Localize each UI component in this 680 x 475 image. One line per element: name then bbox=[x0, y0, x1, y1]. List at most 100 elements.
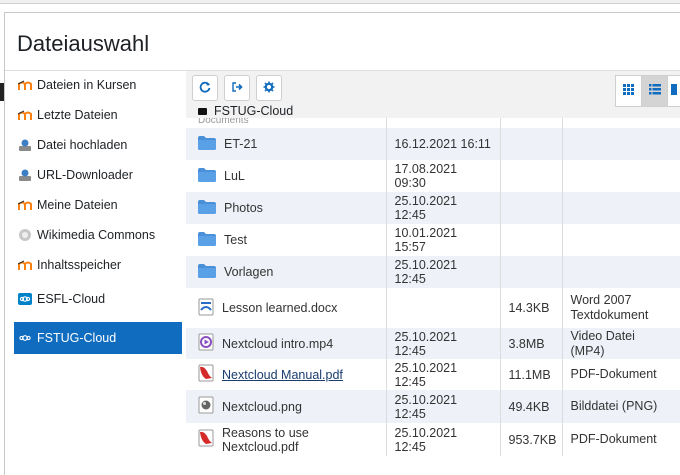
file-date: 25.10.2021 12:45 bbox=[386, 390, 501, 423]
sidebar-item-datei-hochladen[interactable]: Datei hochladen bbox=[14, 130, 182, 160]
file-name-cell: Nextcloud Manual.pdf bbox=[186, 359, 387, 390]
file-name-label: Test bbox=[224, 233, 247, 247]
logout-icon bbox=[231, 81, 243, 96]
wikimedia-icon bbox=[18, 228, 32, 242]
file-size: 11.1MB bbox=[500, 359, 563, 390]
file-name[interactable]: Photos bbox=[198, 199, 378, 217]
pdf-file-icon bbox=[198, 364, 214, 385]
sidebar-item-esfl-cloud[interactable]: ESFL-Cloud bbox=[14, 284, 182, 314]
file-size bbox=[500, 160, 563, 192]
file-name-cell: Vorlagen bbox=[186, 256, 387, 288]
file-date: 17.08.2021 09:30 bbox=[386, 160, 501, 192]
refresh-button[interactable] bbox=[192, 75, 218, 101]
file-toolbar: FSTUG-Cloud bbox=[186, 70, 680, 118]
upload-icon bbox=[18, 138, 32, 152]
logout-button[interactable] bbox=[224, 75, 250, 101]
file-type bbox=[562, 192, 680, 224]
file-name-label: LuL bbox=[224, 169, 245, 183]
file-rows: ET-21 16.12.2021 16:11 LuL 17.08.2021 09:30… bbox=[186, 128, 680, 456]
list-view-button[interactable] bbox=[642, 76, 668, 106]
file-name[interactable]: Test bbox=[198, 231, 378, 249]
table-row[interactable]: Nextcloud intro.mp4 25.10.2021 12:45 3.8MB… bbox=[186, 328, 680, 359]
file-name-cell: LuL bbox=[186, 160, 387, 192]
settings-button[interactable] bbox=[256, 75, 282, 101]
file-name-label: ET-21 bbox=[224, 137, 258, 151]
file-type: Bilddatei (PNG) bbox=[562, 390, 680, 423]
sidebar-item-inhaltsspeicher[interactable]: Inhaltsspeicher bbox=[14, 250, 182, 280]
tree-view-button[interactable] bbox=[668, 76, 680, 106]
file-name-label: Lesson learned.docx bbox=[222, 301, 338, 315]
table-row[interactable]: Nextcloud.png 25.10.2021 12:45 49.4KB Bildd… bbox=[186, 390, 680, 423]
word-document-icon bbox=[198, 298, 214, 319]
refresh-icon bbox=[199, 81, 211, 96]
file-name-label: Photos bbox=[224, 201, 263, 215]
file-name-cell: Lesson learned.docx bbox=[186, 288, 387, 328]
file-date: 25.10.2021 12:45 bbox=[386, 192, 501, 224]
file-name[interactable]: ET-21 bbox=[198, 135, 378, 153]
file-name-label: Nextcloud Manual.pdf bbox=[222, 367, 343, 382]
table-row[interactable]: Test 10.01.2021 15:57 bbox=[186, 224, 680, 256]
table-row[interactable]: Reasons to use Nextcloud.pdf 25.10.2021 1… bbox=[186, 423, 680, 456]
sidebar-item-fstug-cloud[interactable]: FSTUG-Cloud bbox=[14, 322, 182, 354]
folder-icon bbox=[198, 231, 216, 249]
file-name-label: Reasons to use Nextcloud.pdf bbox=[222, 425, 309, 454]
file-browser-panel: FSTUG-Cloud Documents ET-21 16.12.2021 16… bbox=[186, 70, 680, 470]
file-size bbox=[500, 192, 563, 224]
file-name[interactable]: Lesson learned.docx bbox=[198, 298, 378, 319]
gear-icon bbox=[263, 81, 275, 96]
file-date: 16.12.2021 16:11 bbox=[386, 128, 501, 160]
file-type: PDF-Dokument bbox=[562, 423, 680, 456]
file-size bbox=[500, 256, 563, 288]
sidebar-item-url-downloader[interactable]: URL-Downloader bbox=[14, 160, 182, 190]
file-type: PDF-Dokument bbox=[562, 359, 680, 390]
sidebar-item-meine-dateien[interactable]: Meine Dateien bbox=[14, 190, 182, 220]
folder-icon bbox=[198, 263, 216, 281]
sidebar-item-letzte-dateien[interactable]: Letzte Dateien bbox=[14, 100, 182, 130]
moodle-icon bbox=[18, 108, 32, 122]
table-row[interactable]: LuL 17.08.2021 09:30 bbox=[186, 160, 680, 192]
table-row-partial[interactable]: Documents bbox=[186, 118, 680, 128]
sidebar-item-dateien-in-kursen[interactable]: Dateien in Kursen bbox=[14, 70, 182, 100]
table-row[interactable]: Nextcloud Manual.pdf 25.10.2021 12:45 11.1… bbox=[186, 359, 680, 390]
file-name-cell: Test bbox=[186, 224, 387, 256]
file-size: 49.4KB bbox=[500, 390, 563, 423]
file-type bbox=[562, 224, 680, 256]
list-view-icon bbox=[648, 84, 661, 98]
file-name-cell: Photos bbox=[186, 192, 387, 224]
moodle-icon bbox=[18, 258, 32, 272]
dialog-header: Dateiauswahl bbox=[5, 13, 680, 71]
breadcrumb-current[interactable]: FSTUG-Cloud bbox=[214, 104, 293, 118]
file-name[interactable]: Reasons to use Nextcloud.pdf bbox=[198, 426, 378, 454]
table-row[interactable]: Vorlagen 25.10.2021 12:45 bbox=[186, 256, 680, 288]
table-row[interactable]: ET-21 16.12.2021 16:11 bbox=[186, 128, 680, 160]
table-row[interactable]: Lesson learned.docx 14.3KB Word 2007 Textd… bbox=[186, 288, 680, 328]
file-type bbox=[562, 256, 680, 288]
folder-icon bbox=[198, 199, 216, 217]
sidebar-item-wikimedia-commons[interactable]: Wikimedia Commons bbox=[14, 220, 182, 250]
file-name-cell: Nextcloud.png bbox=[186, 390, 387, 423]
file-name-cell: Nextcloud intro.mp4 bbox=[186, 328, 387, 359]
repository-sidebar: Dateien in Kursen Letzte Dateien Datei h… bbox=[14, 70, 182, 354]
file-date: 25.10.2021 12:45 bbox=[386, 359, 501, 390]
moodle-icon bbox=[18, 198, 32, 212]
file-name[interactable]: Nextcloud.png bbox=[198, 396, 378, 417]
file-name[interactable]: Nextcloud Manual.pdf bbox=[198, 364, 378, 385]
table-row[interactable]: Photos 25.10.2021 12:45 bbox=[186, 192, 680, 224]
file-name[interactable]: Nextcloud intro.mp4 bbox=[198, 333, 378, 354]
file-size: 3.8MB bbox=[500, 328, 563, 359]
icons-view-button[interactable] bbox=[616, 76, 642, 106]
file-type: Video Datei (MP4) bbox=[562, 328, 680, 359]
file-type: Word 2007 Textdokument bbox=[562, 288, 680, 328]
icons-view-icon bbox=[623, 84, 634, 98]
file-name[interactable]: Vorlagen bbox=[198, 263, 378, 281]
url-downloader-icon bbox=[18, 168, 32, 182]
file-name-label: Nextcloud intro.mp4 bbox=[222, 336, 334, 351]
file-name-label: Nextcloud.png bbox=[222, 399, 302, 414]
file-date: 25.10.2021 12:45 bbox=[386, 256, 501, 288]
view-switcher bbox=[615, 75, 680, 107]
file-type bbox=[562, 128, 680, 160]
file-size: 953.7KB bbox=[500, 423, 563, 456]
file-date: 25.10.2021 12:45 bbox=[386, 328, 501, 359]
file-name[interactable]: LuL bbox=[198, 167, 378, 185]
video-file-icon bbox=[198, 333, 214, 354]
